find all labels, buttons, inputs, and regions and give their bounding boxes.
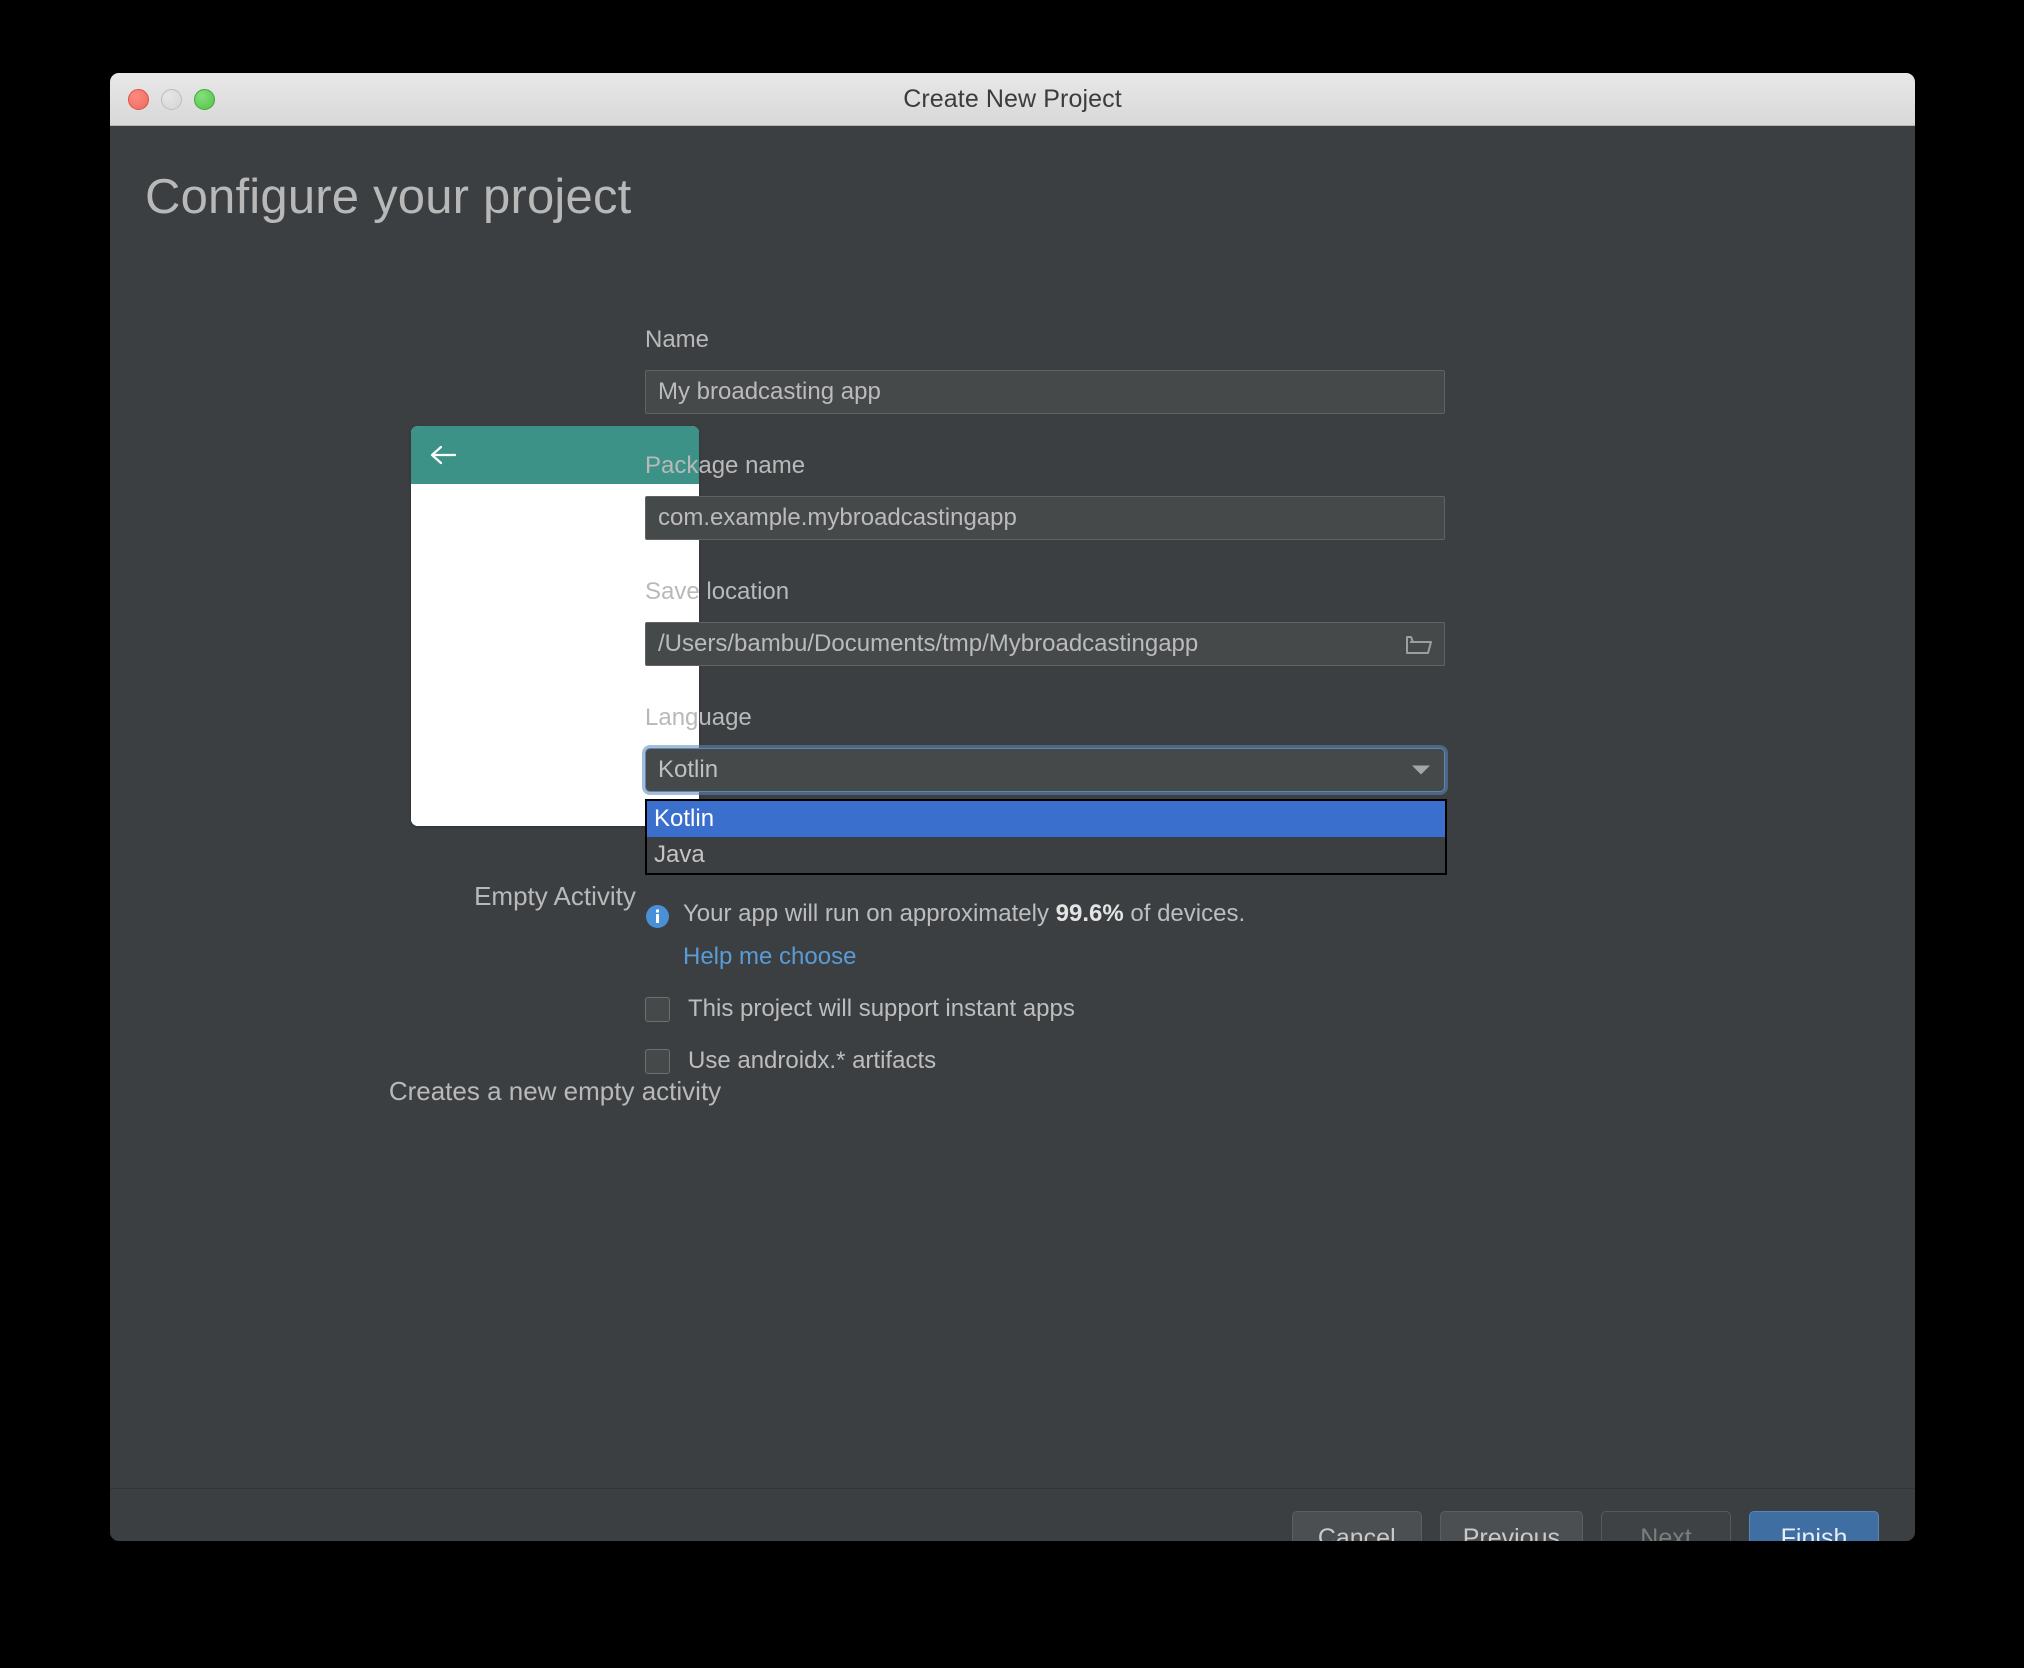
- coverage-text-after: of devices.: [1123, 900, 1246, 927]
- language-option-java[interactable]: Java: [647, 837, 1445, 873]
- package-name-label: Package name: [645, 452, 806, 479]
- androidx-checkbox-row[interactable]: Use androidx.* artifacts: [645, 1047, 1445, 1075]
- package-name-input-value: com.example.mybroadcastingapp: [658, 504, 1017, 531]
- device-coverage-info: Your app will run on approximately 99.6%…: [645, 900, 1445, 929]
- coverage-percent: 99.6%: [1055, 900, 1124, 927]
- project-config-form: Name My broadcasting app Package name co…: [645, 326, 1447, 1075]
- name-field-group: Name My broadcasting app: [645, 326, 1445, 414]
- language-option-kotlin[interactable]: Kotlin: [647, 801, 1445, 837]
- androidx-label: Use androidx.* artifacts: [688, 1047, 937, 1074]
- package-name-field-group: Package name com.example.mybroadcastinga…: [645, 452, 1445, 540]
- help-me-choose-link[interactable]: Help me choose: [683, 943, 856, 971]
- language-combobox[interactable]: Kotlin Kotlin Java: [645, 748, 1447, 875]
- previous-button[interactable]: Previous: [1439, 1511, 1583, 1541]
- language-dropdown-popup[interactable]: Kotlin Java: [645, 799, 1447, 875]
- footer-button-group: Cancel Previous Next Finish: [1291, 1511, 1879, 1541]
- finish-button[interactable]: Finish: [1749, 1511, 1879, 1541]
- save-location-input-value: /Users/bambu/Documents/tmp/Mybroadcastin…: [658, 630, 1199, 657]
- create-new-project-window: Create New Project Configure your projec…: [110, 73, 1915, 1541]
- coverage-text-before: Your app will run on approximately: [683, 900, 1056, 927]
- info-icon: [646, 905, 669, 928]
- name-label: Name: [645, 326, 710, 353]
- dialog-footer: Cancel Previous Next Finish: [110, 1488, 1915, 1541]
- cancel-button[interactable]: Cancel: [1291, 1511, 1422, 1541]
- traffic-light-group: [128, 89, 215, 110]
- androidx-checkbox[interactable]: [645, 1048, 670, 1074]
- instant-apps-checkbox-row[interactable]: This project will support instant apps: [645, 995, 1445, 1023]
- zoom-icon[interactable]: [194, 89, 215, 110]
- name-input-value: My broadcasting app: [658, 378, 881, 405]
- package-name-input[interactable]: com.example.mybroadcastingapp: [645, 496, 1445, 540]
- save-location-input[interactable]: /Users/bambu/Documents/tmp/Mybroadcastin…: [645, 622, 1445, 666]
- window-title: Create New Project: [903, 85, 1122, 113]
- close-icon[interactable]: [128, 89, 149, 110]
- folder-icon[interactable]: [1406, 633, 1432, 655]
- page-title: Configure your project: [145, 170, 632, 224]
- dialog-body: Configure your project Empty Activity Cr…: [110, 126, 1915, 1488]
- window-titlebar: Create New Project: [110, 73, 1915, 126]
- instant-apps-checkbox[interactable]: [645, 996, 670, 1022]
- language-field-group: Language Kotlin Kotlin Java: [645, 704, 1447, 875]
- name-input[interactable]: My broadcasting app: [645, 370, 1445, 414]
- language-combobox-value: Kotlin: [658, 756, 719, 783]
- device-coverage-text: Your app will run on approximately 99.6%…: [683, 900, 1245, 928]
- save-location-label: Save location: [645, 578, 790, 605]
- minimize-icon[interactable]: [161, 89, 182, 110]
- back-arrow-icon: [430, 445, 457, 465]
- preview-description: Creates a new empty activity: [388, 1076, 722, 1106]
- save-location-field-group: Save location /Users/bambu/Documents/tmp…: [645, 578, 1445, 666]
- language-label: Language: [645, 704, 752, 731]
- chevron-down-icon[interactable]: [1412, 765, 1430, 775]
- next-button: Next: [1601, 1511, 1731, 1541]
- instant-apps-label: This project will support instant apps: [688, 995, 1075, 1022]
